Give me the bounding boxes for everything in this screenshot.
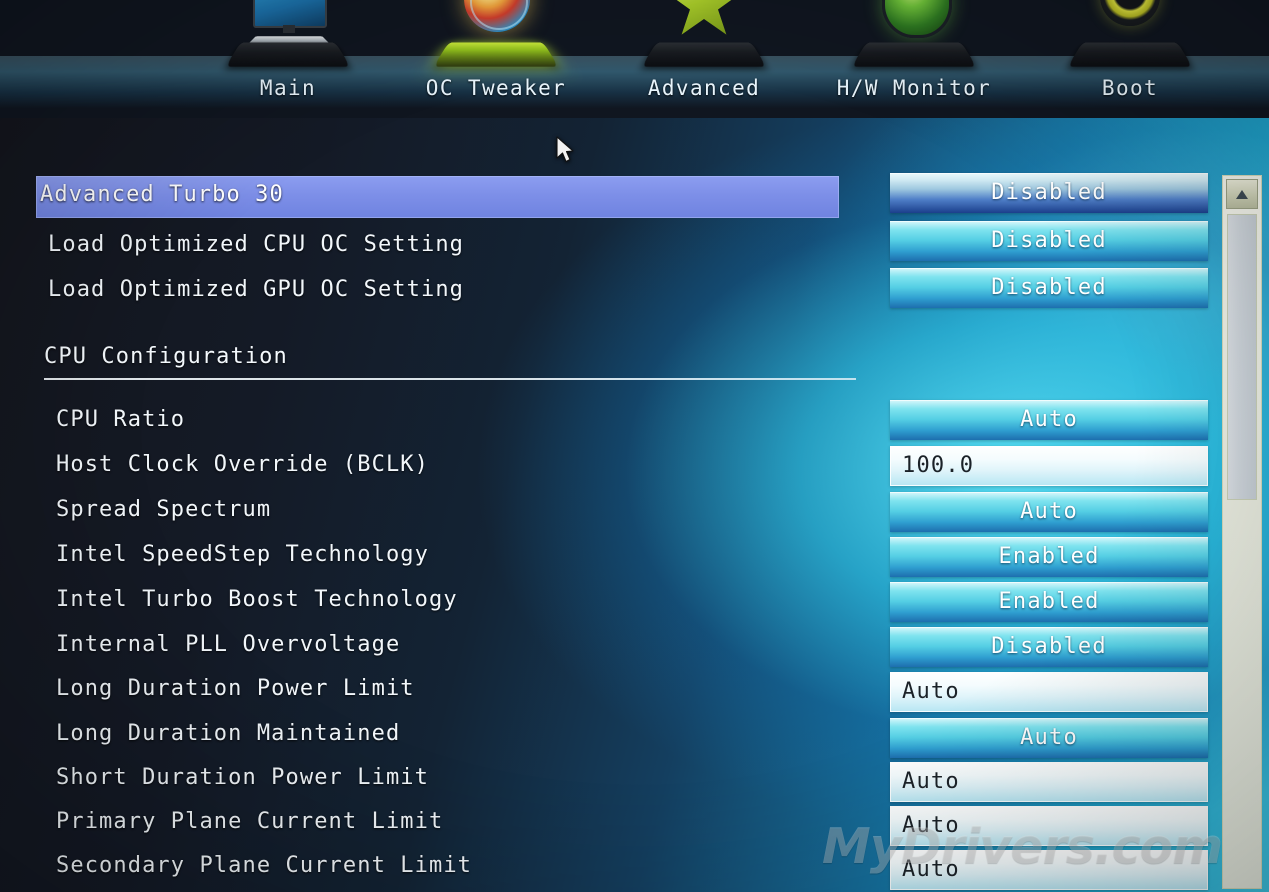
setting-label: Intel Turbo Boost Technology [56, 587, 458, 612]
bios-setup-screen: Main OC Tweaker Advanced H/W Monitor Boo… [0, 0, 1269, 892]
settings-panel: Advanced Turbo 30 Load Optimized CPU OC … [0, 118, 1269, 892]
nav-tab-label: H/W Monitor [836, 76, 992, 100]
value-text: Disabled [991, 275, 1107, 300]
value-input-host-clock-override[interactable]: 100.0 [890, 446, 1208, 486]
setting-label: Secondary Plane Current Limit [56, 853, 473, 878]
value-input-primary-plane-current-limit[interactable]: Auto [890, 806, 1208, 846]
value-dropdown-long-duration-maintained[interactable]: Auto [890, 718, 1208, 758]
setting-label: Load Optimized GPU OC Setting [48, 277, 465, 302]
tab-pedestal [851, 42, 977, 67]
value-dropdown-load-gpu-oc[interactable]: Disabled [890, 268, 1208, 308]
value-text: Enabled [998, 589, 1100, 614]
setting-label: CPU Ratio [56, 407, 186, 432]
value-text: Enabled [998, 544, 1100, 569]
scroll-up-arrow-icon[interactable] [1226, 179, 1258, 209]
value-text: Disabled [991, 228, 1107, 253]
value-dropdown-cpu-ratio[interactable]: Auto [890, 400, 1208, 440]
section-divider [44, 378, 856, 380]
tab-pedestal [641, 42, 767, 67]
value-dropdown-load-cpu-oc[interactable]: Disabled [890, 221, 1208, 261]
vertical-scrollbar[interactable] [1222, 175, 1262, 889]
nav-tab-main[interactable]: Main [200, 0, 376, 118]
setting-label: Host Clock Override (BCLK) [56, 452, 429, 477]
setting-label: Long Duration Maintained [56, 721, 401, 746]
setting-label: Primary Plane Current Limit [56, 809, 444, 834]
value-dropdown-intel-speedstep[interactable]: Enabled [890, 537, 1208, 577]
value-text: 100.0 [902, 453, 975, 478]
nav-tab-label: Main [259, 76, 317, 100]
setting-label: Load Optimized CPU OC Setting [48, 232, 465, 257]
setting-label: Spread Spectrum [56, 497, 272, 522]
nav-tab-label: Boot [1101, 76, 1159, 100]
value-text: Auto [1020, 725, 1078, 750]
tab-pedestal [225, 42, 351, 67]
value-input-short-duration-power-limit[interactable]: Auto [890, 762, 1208, 802]
value-text: Auto [902, 679, 960, 704]
nav-tab-hw-monitor[interactable]: H/W Monitor [826, 0, 1002, 118]
tab-pedestal-active [433, 42, 559, 67]
setting-label: Internal PLL Overvoltage [56, 632, 401, 657]
setting-label: Short Duration Power Limit [56, 765, 429, 790]
top-navigation-bar: Main OC Tweaker Advanced H/W Monitor Boo… [0, 0, 1269, 118]
value-dropdown-spread-spectrum[interactable]: Auto [890, 492, 1208, 532]
value-dropdown-advanced-turbo[interactable]: Disabled [890, 173, 1208, 213]
setting-label: Advanced Turbo 30 [40, 182, 284, 207]
value-text: Disabled [991, 180, 1107, 205]
tab-pedestal [1067, 42, 1193, 67]
section-title: CPU Configuration [44, 344, 288, 369]
value-text: Disabled [991, 634, 1107, 659]
nav-tab-label: Advanced [647, 76, 761, 100]
nav-tab-oc-tweaker[interactable]: OC Tweaker [408, 0, 584, 118]
setting-label: Long Duration Power Limit [56, 676, 415, 701]
value-input-long-duration-power-limit[interactable]: Auto [890, 672, 1208, 712]
nav-tab-label: OC Tweaker [425, 76, 567, 100]
value-dropdown-internal-pll-overvoltage[interactable]: Disabled [890, 627, 1208, 667]
value-text: Auto [1020, 499, 1078, 524]
value-text: Auto [902, 769, 960, 794]
nav-tab-advanced[interactable]: Advanced [616, 0, 792, 118]
setting-label: Intel SpeedStep Technology [56, 542, 429, 567]
value-input-secondary-plane-current-limit[interactable]: Auto [890, 850, 1208, 890]
nav-tab-boot[interactable]: Boot [1042, 0, 1218, 118]
scrollbar-thumb[interactable] [1227, 214, 1257, 500]
value-dropdown-intel-turbo-boost[interactable]: Enabled [890, 582, 1208, 622]
value-text: Auto [1020, 407, 1078, 432]
value-text: Auto [902, 813, 960, 838]
value-text: Auto [902, 857, 960, 882]
section-header-cpu-configuration: CPU Configuration [0, 338, 1269, 383]
